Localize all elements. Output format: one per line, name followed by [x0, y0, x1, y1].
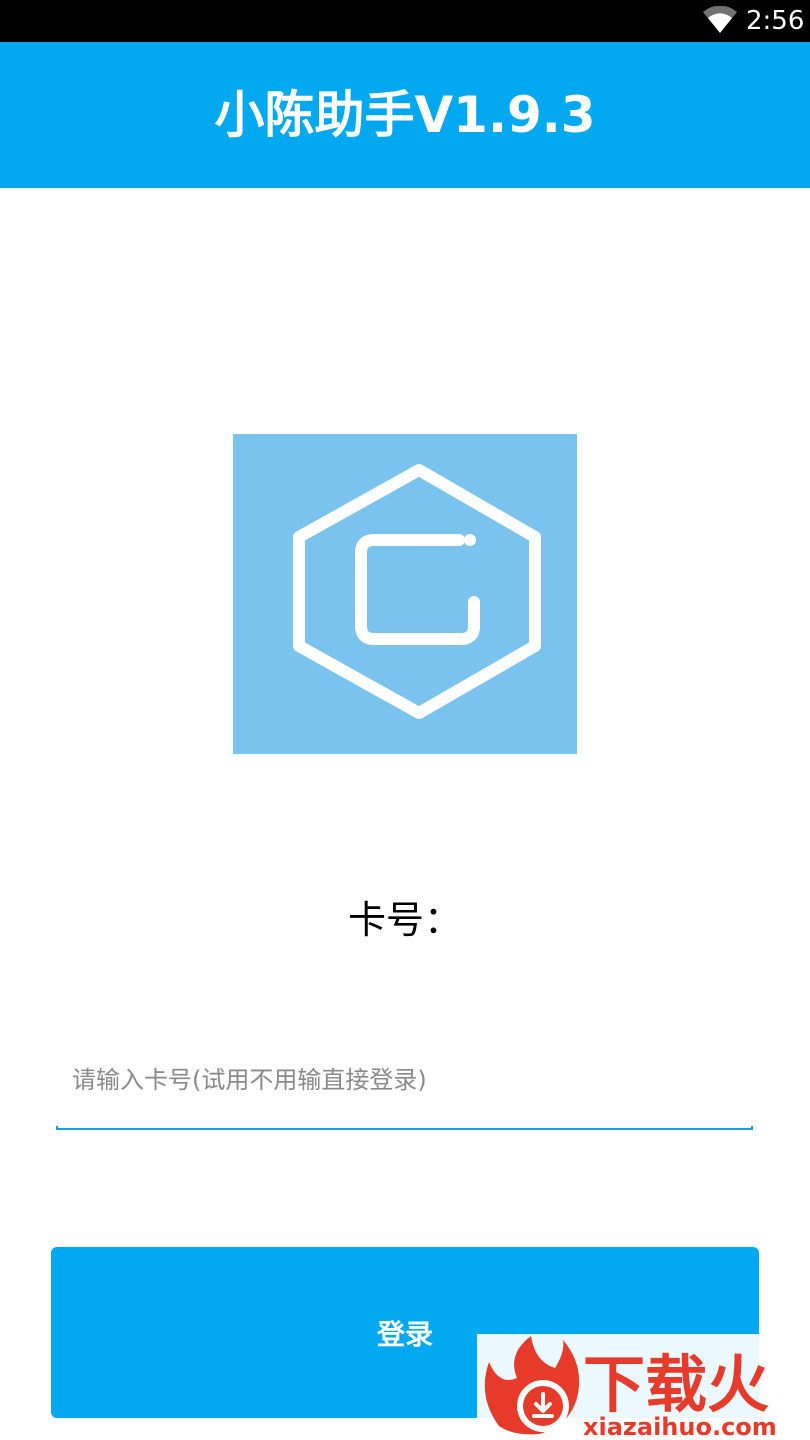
watermark-url: xiazaihuo.com: [583, 1413, 777, 1440]
status-bar: 2:56: [0, 0, 810, 42]
flame-download-icon: [484, 1336, 580, 1435]
wifi-icon: [703, 5, 737, 34]
status-time: 2:56: [746, 6, 805, 36]
card-number-label: 卡号：: [347, 898, 462, 942]
watermark-text: 下载火: [583, 1348, 769, 1421]
hexagon-c-logo-icon: [293, 464, 541, 719]
app-title: 小陈助手V1.9.3: [214, 86, 596, 144]
card-number-input[interactable]: [56, 1040, 753, 1130]
app-logo: [233, 434, 577, 754]
input-underline: [56, 1126, 753, 1130]
watermark: 下载火 xiazaihuo.com: [477, 1334, 810, 1440]
app-header: 小陈助手V1.9.3: [0, 42, 810, 188]
